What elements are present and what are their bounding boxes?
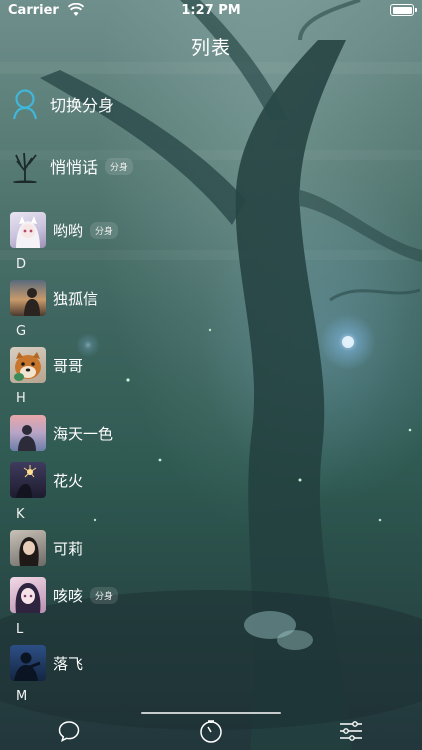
switch-identity-label: 切换分身 bbox=[50, 96, 115, 115]
section-letter: H bbox=[16, 391, 26, 406]
contact-row[interactable]: 咳咳 分身 bbox=[10, 576, 310, 614]
bare-tree-icon bbox=[8, 149, 42, 183]
avatar bbox=[10, 577, 46, 613]
clone-badge: 分身 bbox=[90, 221, 119, 239]
clone-badge: 分身 bbox=[90, 586, 119, 604]
contact-row[interactable]: 落飞 bbox=[10, 644, 310, 682]
avatar bbox=[10, 530, 46, 566]
stopwatch-icon bbox=[200, 720, 222, 743]
tab-timer[interactable] bbox=[196, 717, 226, 745]
contact-row[interactable]: 独孤信 bbox=[10, 279, 310, 317]
contact-row[interactable]: 哥哥 bbox=[10, 346, 310, 384]
contact-name: 可莉 bbox=[53, 539, 84, 558]
contact-row[interactable]: 花火 bbox=[10, 461, 310, 499]
tab-settings[interactable] bbox=[336, 717, 366, 745]
whisper-label: 悄悄话 bbox=[50, 158, 99, 177]
section-letter: L bbox=[16, 622, 24, 637]
contact-name: 哟哟 bbox=[53, 221, 84, 240]
contact-row[interactable]: 哟哟 分身 bbox=[10, 211, 310, 249]
switch-identity-item[interactable]: 切换分身 bbox=[8, 80, 308, 128]
contact-name: 哥哥 bbox=[53, 356, 84, 375]
tab-chat[interactable] bbox=[54, 717, 84, 745]
avatar bbox=[10, 347, 46, 383]
tab-indicator bbox=[141, 712, 281, 714]
avatar bbox=[10, 280, 46, 316]
sliders-icon bbox=[340, 721, 362, 741]
section-letter: D bbox=[16, 257, 27, 272]
person-outline-icon bbox=[8, 87, 42, 121]
avatar bbox=[10, 645, 46, 681]
clone-badge: 分身 bbox=[105, 157, 134, 175]
contact-name: 咳咳 bbox=[53, 586, 84, 605]
avatar bbox=[10, 212, 46, 248]
whisper-item[interactable]: 悄悄话 分身 bbox=[8, 142, 308, 190]
section-letter: K bbox=[16, 507, 25, 522]
battery-icon bbox=[390, 4, 417, 16]
section-letter: M bbox=[16, 689, 28, 704]
avatar bbox=[10, 415, 46, 451]
chat-bubble-icon bbox=[58, 721, 80, 742]
contact-name: 海天一色 bbox=[53, 424, 114, 443]
avatar bbox=[10, 462, 46, 498]
contact-name: 独孤信 bbox=[53, 289, 99, 308]
page-title: 列表 bbox=[190, 37, 231, 59]
clock: 1:27 PM bbox=[181, 3, 241, 18]
contact-name: 花火 bbox=[53, 471, 84, 490]
section-letter: G bbox=[16, 324, 27, 339]
contact-row[interactable]: 可莉 bbox=[10, 529, 310, 567]
contact-name: 落飞 bbox=[53, 654, 84, 673]
contact-row[interactable]: 海天一色 bbox=[10, 414, 310, 452]
status-bar: Carrier 1:27 PM bbox=[0, 0, 422, 22]
